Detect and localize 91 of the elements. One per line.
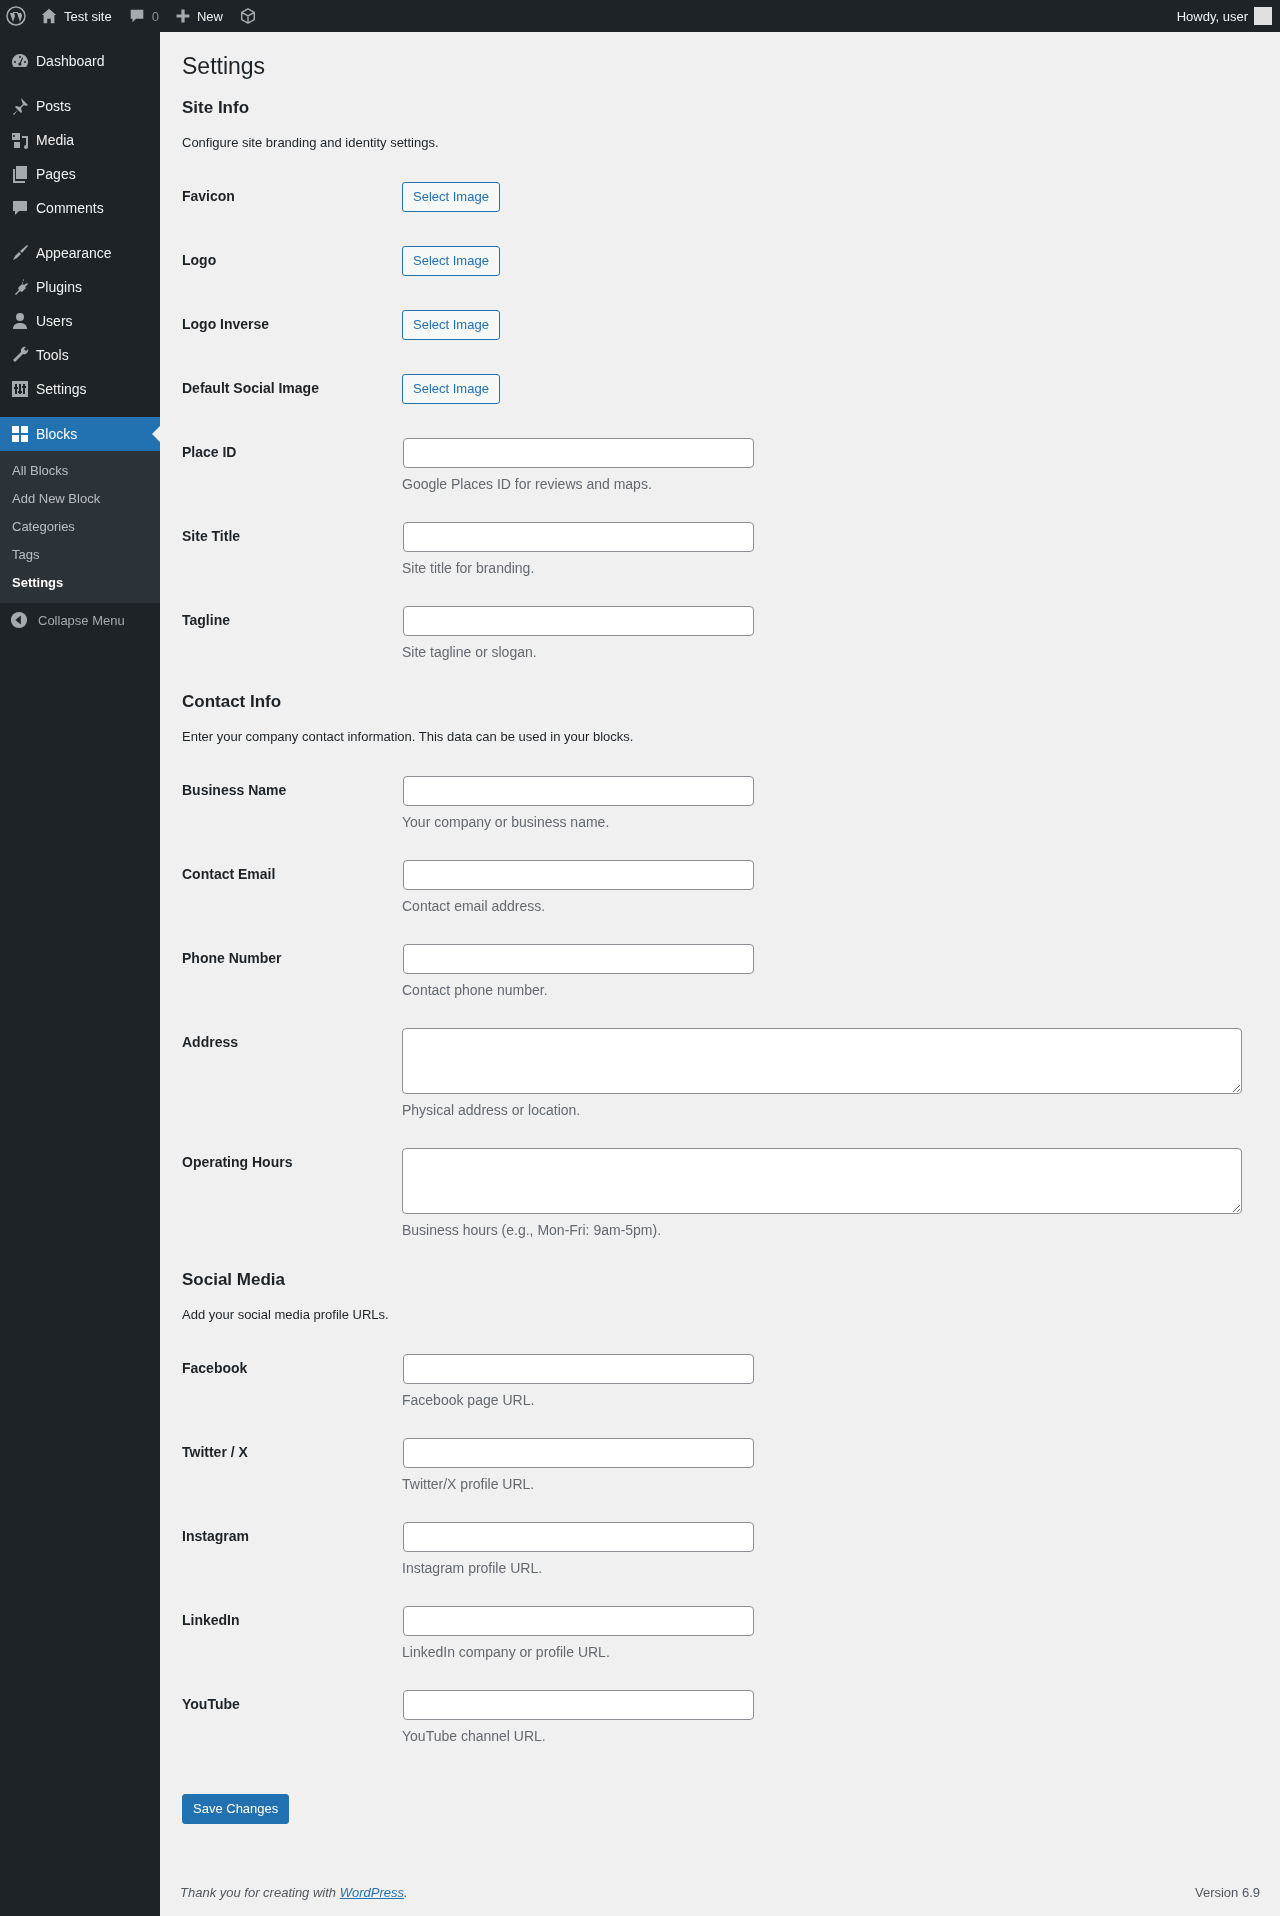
wordpress-link[interactable]: WordPress <box>339 1885 404 1900</box>
sidebar-item[interactable]: Settings <box>0 372 160 406</box>
section-description: Configure site branding and identity settings. <box>182 134 440 150</box>
submenu-item[interactable]: Add New Block <box>0 485 160 513</box>
field-help: YouTube channel URL. <box>402 1727 547 1744</box>
field-help: Contact email address. <box>402 897 547 914</box>
input-field[interactable] <box>403 943 754 974</box>
home-icon[interactable] <box>40 7 58 25</box>
field-help: Twitter/X profile URL. <box>402 1475 536 1492</box>
speech-bubble-icon <box>10 198 30 218</box>
pages-icon <box>10 164 30 184</box>
footer-credit: Thank you for creating with WordPress. <box>180 1885 408 1900</box>
section-heading: Site Info <box>182 97 251 118</box>
sidebar-item[interactable]: Appearance <box>0 236 160 270</box>
field-help: Contact phone number. <box>402 981 549 998</box>
field-help: Google Places ID for reviews and maps. <box>402 475 653 492</box>
input-field[interactable] <box>403 859 754 890</box>
sidebar-item[interactable]: Blocks <box>0 417 160 451</box>
field-label: LinkedIn <box>182 1610 241 1630</box>
input-field[interactable] <box>403 1521 754 1552</box>
input-field[interactable] <box>403 437 754 468</box>
sidebar-item[interactable]: Tools <box>0 338 160 372</box>
select-image-button[interactable]: Select Image <box>402 309 500 340</box>
sidebar-item[interactable]: Plugins <box>0 270 160 304</box>
input-field[interactable] <box>403 1605 754 1636</box>
sidebar-item[interactable]: Dashboard <box>0 44 160 78</box>
collapse-icon[interactable] <box>10 611 28 629</box>
field-help: Business hours (e.g., Mon-Fri: 9am-5pm). <box>402 1221 663 1238</box>
select-image-button[interactable]: Select Image <box>402 373 500 404</box>
field-help: Site title for branding. <box>402 559 536 576</box>
grid-icon <box>10 424 30 444</box>
person-icon <box>10 311 30 331</box>
field-label: Phone Number <box>182 948 283 968</box>
greeting-link[interactable]: Howdy, user <box>1176 8 1248 24</box>
sliders-icon <box>10 379 30 399</box>
input-field[interactable] <box>403 1353 754 1384</box>
brush-icon <box>10 243 30 263</box>
field-label: Place ID <box>182 442 238 462</box>
submenu-item[interactable]: Tags <box>0 541 160 569</box>
plus-icon[interactable] <box>174 8 191 24</box>
field-label: Operating Hours <box>182 1152 294 1172</box>
field-help: Facebook page URL. <box>402 1391 536 1408</box>
page-title: Settings <box>182 52 267 81</box>
field-label: Tagline <box>182 610 231 630</box>
textarea-field[interactable] <box>402 1147 1242 1214</box>
wordpress-logo-icon[interactable] <box>6 6 26 26</box>
comment-count[interactable]: 0 <box>151 8 159 24</box>
input-field[interactable] <box>403 521 754 552</box>
field-label: Default Social Image <box>182 378 320 398</box>
cube-icon[interactable] <box>238 7 257 25</box>
section-heading: Contact Info <box>182 691 283 712</box>
section-heading: Social Media <box>182 1269 286 1290</box>
input-field[interactable] <box>403 1437 754 1468</box>
field-help: Instagram profile URL. <box>402 1559 544 1576</box>
sidebar-item[interactable]: Pages <box>0 157 160 191</box>
submenu-item[interactable]: All Blocks <box>0 457 160 485</box>
field-label: Business Name <box>182 780 288 800</box>
field-label: Twitter / X <box>182 1442 249 1462</box>
field-label: YouTube <box>182 1694 241 1714</box>
field-label: Facebook <box>182 1358 249 1378</box>
site-name-link[interactable]: Test site <box>64 8 112 24</box>
input-field[interactable] <box>403 775 754 806</box>
field-label: Favicon <box>182 186 236 206</box>
field-label: Contact Email <box>182 864 277 884</box>
new-link[interactable]: New <box>196 8 223 24</box>
field-help: Physical address or location. <box>402 1101 582 1118</box>
media-icon <box>10 130 30 150</box>
section-description: Enter your company contact information. This data can be used in your blocks. <box>182 728 635 744</box>
field-label: Instagram <box>182 1526 250 1546</box>
submenu-item[interactable]: Settings <box>0 569 160 597</box>
collapse-menu-link[interactable]: Collapse Menu <box>38 612 125 628</box>
field-label: Logo <box>182 250 218 270</box>
sidebar-item[interactable]: Posts <box>0 89 160 123</box>
field-label: Address <box>182 1032 240 1052</box>
field-label: Logo Inverse <box>182 314 271 334</box>
version-text: Version 6.9 <box>1194 1885 1260 1900</box>
field-help: LinkedIn company or profile URL. <box>402 1643 611 1660</box>
textarea-field[interactable] <box>402 1027 1242 1094</box>
save-changes-button[interactable]: Save Changes <box>182 1793 290 1824</box>
field-help: Your company or business name. <box>402 813 611 830</box>
submenu-item[interactable]: Categories <box>0 513 160 541</box>
field-label: Site Title <box>182 526 242 546</box>
select-image-button[interactable]: Select Image <box>402 181 500 212</box>
section-description: Add your social media profile URLs. <box>182 1306 390 1322</box>
field-help: Site tagline or slogan. <box>402 643 538 660</box>
sidebar-item[interactable]: Users <box>0 304 160 338</box>
select-image-button[interactable]: Select Image <box>402 245 500 276</box>
sidebar-item[interactable]: Media <box>0 123 160 157</box>
sidebar-item[interactable]: Comments <box>0 191 160 225</box>
input-field[interactable] <box>403 1689 754 1720</box>
input-field[interactable] <box>403 605 754 636</box>
